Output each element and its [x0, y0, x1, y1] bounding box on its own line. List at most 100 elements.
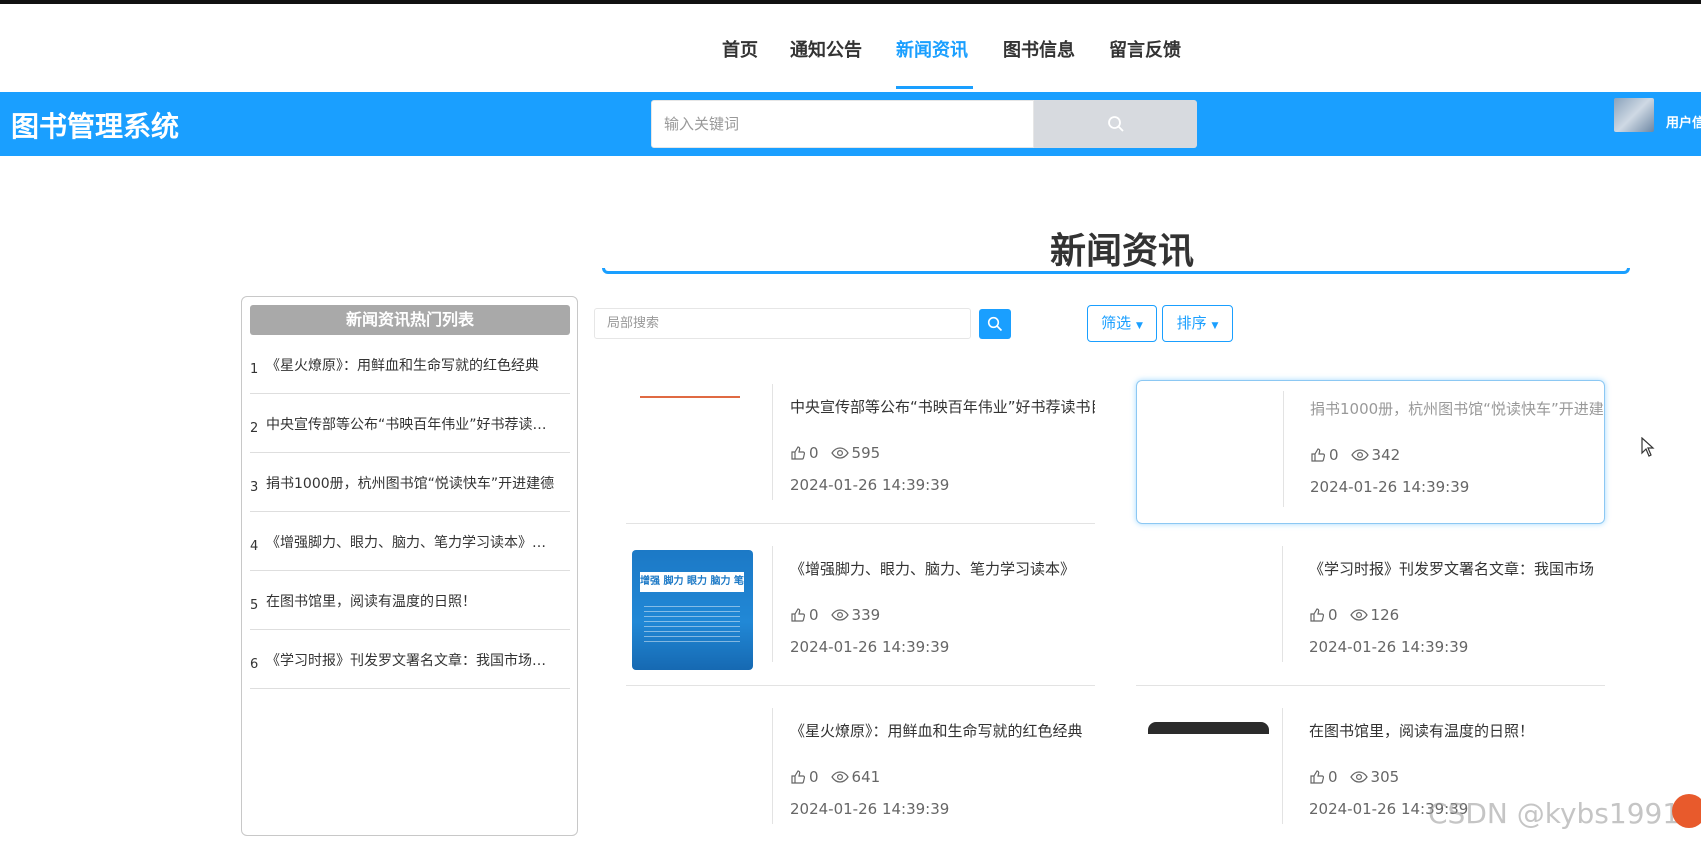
news-stats: 0 641	[790, 768, 880, 786]
news-stats: 0 126	[1309, 606, 1399, 624]
news-title: 在图书馆里，阅读有温度的日照！	[1309, 722, 1535, 740]
mouse-cursor-icon	[1641, 437, 1655, 457]
news-card[interactable]: 中央宣传部等公布“书映百年伟业”好书荐读书目 0 595 2024-01-26 …	[626, 374, 1095, 524]
news-date: 2024-01-26 14:39:39	[1309, 638, 1469, 656]
view-count: 641	[851, 768, 881, 786]
card-divider	[772, 708, 773, 824]
news-card[interactable]: 《学习时报》刊发罗文署名文章：我国市场 0 126 2024-01-26 14:…	[1136, 536, 1605, 686]
sort-label: 排序	[1176, 314, 1207, 332]
news-stats: 0 595	[790, 444, 880, 462]
filter-dropdown[interactable]: 筛选 ▼	[1087, 305, 1157, 342]
thumbs-up-icon[interactable]	[1309, 769, 1325, 785]
thumbs-up-icon[interactable]	[790, 445, 806, 461]
news-date: 2024-01-26 14:39:39	[790, 638, 950, 656]
news-title: 捐书1000册，杭州图书馆“悦读快车”开进建德	[1310, 400, 1605, 418]
hot-list-number: 4	[250, 539, 259, 554]
eye-icon	[830, 447, 849, 459]
news-stats: 0 305	[1309, 768, 1399, 786]
hot-list-text: 捐书1000册，杭州图书馆“悦读快车”开进建德	[266, 476, 555, 492]
hot-list-item[interactable]: 2 中央宣传部等公布“书映百年伟业”好书荐读…	[250, 394, 570, 453]
view-count: 305	[1370, 768, 1400, 786]
news-date: 2024-01-26 14:39:39	[790, 476, 950, 494]
search-input[interactable]: 输入关键词	[651, 100, 1034, 148]
card-divider	[772, 384, 773, 500]
view-count: 342	[1371, 446, 1401, 464]
thumbs-up-icon[interactable]	[1310, 447, 1326, 463]
brand-title: 图书管理系统	[11, 110, 180, 143]
like-count: 0	[809, 768, 819, 786]
eye-icon	[1349, 771, 1368, 783]
card-divider	[1282, 708, 1283, 824]
hot-list-item[interactable]: 4 《增强脚力、眼力、脑力、笔力学习读本》…	[250, 512, 570, 571]
eye-icon	[1350, 449, 1369, 461]
view-count: 339	[851, 606, 881, 624]
local-search-button[interactable]	[979, 309, 1011, 339]
eye-icon	[830, 609, 849, 621]
thumbs-up-icon[interactable]	[790, 769, 806, 785]
nav-news[interactable]: 新闻资讯	[896, 36, 968, 62]
news-thumbnail	[632, 708, 753, 828]
search-button[interactable]	[1034, 100, 1197, 148]
nav-feedback[interactable]: 留言反馈	[1109, 36, 1181, 62]
news-title: 《学习时报》刊发罗文署名文章：我国市场	[1309, 560, 1595, 578]
like-count: 0	[809, 606, 819, 624]
search-icon	[1107, 116, 1124, 132]
like-count: 0	[1328, 606, 1338, 624]
hot-list-title: 新闻资讯热门列表	[250, 305, 570, 335]
local-search-input[interactable]: 局部搜索	[594, 308, 971, 339]
news-stats: 0 339	[790, 606, 880, 624]
hot-list-number: 5	[250, 598, 259, 613]
card-divider	[772, 546, 773, 662]
hot-list-panel: 新闻资讯热门列表 1 《星火燎原》：用鲜血和生命写就的红色经典 2 中央宣传部等公布…	[241, 296, 578, 836]
card-divider	[1282, 546, 1283, 662]
news-date: 2024-01-26 14:39:39	[790, 800, 950, 818]
news-thumbnail	[1142, 708, 1269, 828]
news-date: 2024-01-26 14:39:39	[1310, 478, 1470, 496]
news-card[interactable]: 增强 脚力 眼力 脑力 笔力 学习读本 《增强脚力、眼力、脑力、笔力学习读本》 …	[626, 536, 1095, 686]
hot-list-item[interactable]: 6 《学习时报》刊发罗文署名文章：我国市场…	[250, 630, 570, 689]
thumbs-up-icon[interactable]	[1309, 607, 1325, 623]
hot-list-text: 《增强脚力、眼力、脑力、笔力学习读本》…	[266, 535, 546, 551]
sort-dropdown[interactable]: 排序 ▼	[1162, 305, 1233, 342]
user-center-link[interactable]: 用户信	[1666, 112, 1701, 131]
news-title: 《星火燎原》：用鲜血和生命写就的红色经典	[790, 722, 1083, 740]
hot-list-text: 在图书馆里，阅读有温度的日照！	[266, 594, 476, 610]
avatar[interactable]	[1614, 98, 1654, 132]
nav-home[interactable]: 首页	[722, 36, 758, 62]
hot-list-number: 3	[250, 480, 259, 495]
news-stats: 0 342	[1310, 446, 1400, 464]
book-cover-title: 增强 脚力 眼力 脑力 笔力 学习读本	[640, 572, 744, 592]
hot-list-text: 《星火燎原》：用鲜血和生命写就的红色经典	[266, 358, 539, 374]
view-count: 595	[851, 444, 881, 462]
news-card[interactable]: 《星火燎原》：用鲜血和生命写就的红色经典 0 641 2024-01-26 14…	[626, 698, 1095, 844]
search-icon	[987, 316, 1003, 332]
thumbs-up-icon[interactable]	[790, 607, 806, 623]
hot-list-number: 2	[250, 421, 259, 436]
top-nav: 首页 通知公告 新闻资讯 图书信息 留言反馈	[0, 4, 1701, 92]
watermark: CSDN @kybs1991	[1428, 797, 1681, 830]
hot-list-number: 1	[250, 362, 259, 377]
view-count: 126	[1370, 606, 1400, 624]
hot-list-item[interactable]: 3 捐书1000册，杭州图书馆“悦读快车”开进建德	[250, 453, 570, 512]
news-title: 中央宣传部等公布“书映百年伟业”好书荐读书目	[790, 398, 1095, 416]
thumbnail-edge	[1148, 722, 1269, 734]
hot-list-text: 中央宣传部等公布“书映百年伟业”好书荐读…	[266, 417, 547, 433]
like-count: 0	[809, 444, 819, 462]
nav-active-underline	[896, 86, 973, 89]
hot-list-item[interactable]: 1 《星火燎原》：用鲜血和生命写就的红色经典	[250, 335, 570, 394]
hot-list-number: 6	[250, 657, 259, 672]
hot-list-item[interactable]: 5 在图书馆里，阅读有温度的日照！	[250, 571, 570, 630]
cover-text-lines	[644, 606, 740, 642]
nav-books[interactable]: 图书信息	[1003, 36, 1075, 62]
like-count: 0	[1328, 768, 1338, 786]
nav-notices[interactable]: 通知公告	[790, 36, 862, 62]
news-thumbnail	[1142, 546, 1263, 666]
news-card[interactable]: 捐书1000册，杭州图书馆“悦读快车”开进建德 0 342 2024-01-26…	[1136, 380, 1605, 524]
eye-icon	[830, 771, 849, 783]
thumbnail-edge	[640, 396, 740, 398]
hot-list-text: 《学习时报》刊发罗文署名文章：我国市场…	[266, 653, 546, 669]
eye-icon	[1349, 609, 1368, 621]
news-thumbnail	[632, 384, 753, 504]
page-title: 新闻资讯	[1050, 231, 1195, 272]
news-title: 《增强脚力、眼力、脑力、笔力学习读本》	[790, 560, 1076, 578]
